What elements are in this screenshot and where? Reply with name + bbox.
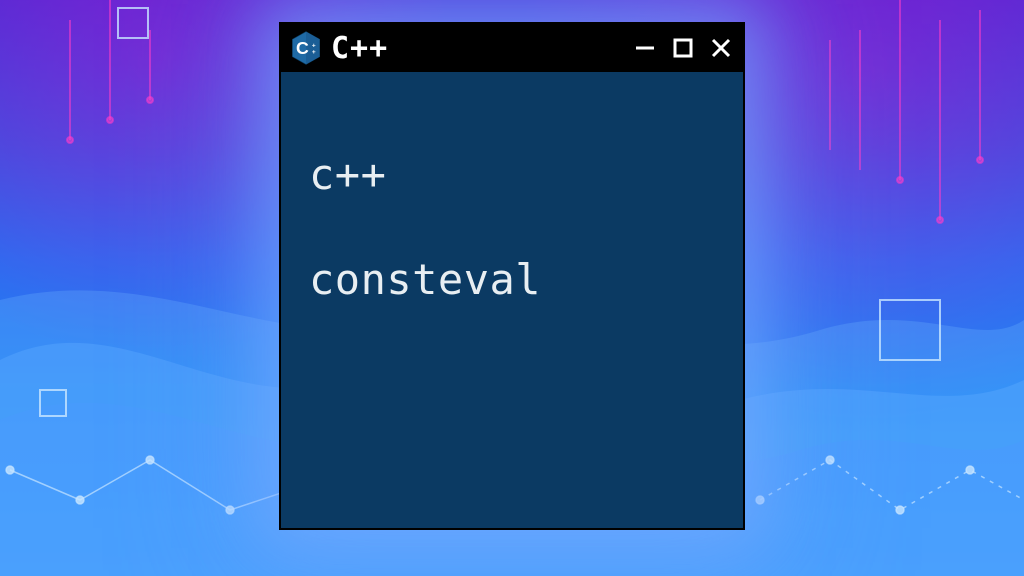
- close-button[interactable]: [709, 36, 733, 60]
- svg-text:+: +: [312, 49, 316, 56]
- console-content: c++ consteval: [281, 72, 743, 383]
- svg-text:C: C: [296, 38, 309, 58]
- svg-text:+: +: [312, 43, 316, 50]
- window-title: C++: [331, 31, 388, 66]
- minimize-button[interactable]: [633, 36, 657, 60]
- titlebar: C + + C++: [281, 24, 743, 72]
- content-line-1: c++: [309, 149, 715, 202]
- maximize-button[interactable]: [671, 36, 695, 60]
- content-line-2: consteval: [309, 254, 715, 307]
- cpp-icon: C + +: [291, 31, 321, 65]
- window-controls: [633, 36, 733, 60]
- console-window: C + + C++ c++ consteval: [279, 22, 745, 530]
